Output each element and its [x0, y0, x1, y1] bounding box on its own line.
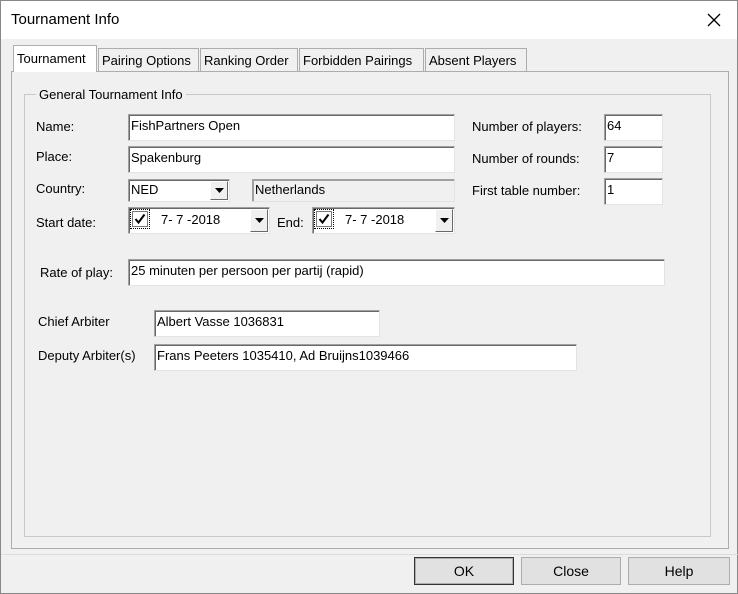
country-name: Netherlands — [255, 182, 326, 197]
chevron-down-icon[interactable] — [435, 209, 453, 232]
tab-pairing-options[interactable]: Pairing Options — [98, 48, 199, 71]
rounds-label: Number of rounds: — [472, 151, 580, 166]
end-date-label: End: — [277, 215, 304, 230]
first-table-value: 1 — [607, 182, 615, 197]
ok-label: OK — [453, 563, 475, 579]
country-select[interactable]: NED — [128, 179, 230, 202]
start-date-value: 7- 7 -2018 — [161, 212, 221, 227]
first-table-label: First table number: — [472, 183, 581, 198]
start-date-picker[interactable]: 7- 7 -2018 — [128, 207, 270, 234]
close-button[interactable]: Close — [521, 557, 621, 585]
checkmark-icon — [134, 213, 146, 225]
name-label: Name: — [36, 119, 75, 134]
country-code: NED — [131, 182, 159, 197]
start-date-label: Start date: — [36, 215, 96, 230]
group-legend: General Tournament Info — [36, 87, 186, 102]
tab-label: Ranking Order — [204, 53, 289, 68]
tab-tournament[interactable]: Tournament — [13, 45, 97, 72]
players-label: Number of players: — [472, 119, 582, 134]
rounds-value: 7 — [607, 150, 615, 165]
tab-absent-players[interactable]: Absent Players — [425, 48, 527, 71]
name-value: FishPartners Open — [131, 118, 241, 133]
help-button[interactable]: Help — [628, 557, 730, 585]
players-value: 64 — [607, 118, 622, 133]
tab-label: Pairing Options — [102, 53, 191, 68]
rate-of-play-label: Rate of play: — [40, 265, 113, 280]
tab-forbidden-pairings[interactable]: Forbidden Pairings — [299, 48, 424, 71]
tab-label: Tournament — [17, 51, 86, 66]
tournament-info-dialog: Tournament Info Tournament Pairing Optio… — [0, 0, 738, 594]
players-input[interactable]: 64 — [604, 114, 663, 141]
rate-of-play-value: 25 minuten per persoon per partij (rapid… — [131, 263, 364, 278]
tab-ranking-order[interactable]: Ranking Order — [200, 48, 298, 71]
tab-label: Absent Players — [429, 53, 517, 68]
window-title: Tournament Info — [11, 11, 120, 28]
first-table-input[interactable]: 1 — [604, 178, 663, 205]
rate-of-play-input[interactable]: 25 minuten per persoon per partij (rapid… — [128, 259, 665, 286]
close-label: Close — [553, 563, 589, 579]
ok-button[interactable]: OK — [414, 557, 514, 585]
chevron-down-icon[interactable] — [210, 181, 228, 200]
rounds-input[interactable]: 7 — [604, 146, 663, 173]
chevron-down-icon[interactable] — [250, 209, 268, 232]
end-date-checkbox[interactable] — [314, 209, 334, 229]
end-date-picker[interactable]: 7- 7 -2018 — [312, 207, 455, 234]
help-label: Help — [664, 563, 694, 579]
close-icon[interactable] — [699, 5, 729, 35]
tab-label: Forbidden Pairings — [303, 53, 413, 68]
end-date-value: 7- 7 -2018 — [345, 212, 405, 227]
place-label: Place: — [36, 149, 73, 164]
chief-arbiter-label: Chief Arbiter — [38, 314, 110, 329]
deputy-arbiter-value: Frans Peeters 1035410, Ad Bruijns1039466 — [157, 348, 410, 363]
deputy-arbiter-label: Deputy Arbiter(s) — [38, 348, 136, 363]
chief-arbiter-input[interactable]: Albert Vasse 1036831 — [154, 310, 380, 337]
title-bar: Tournament Info — [1, 1, 737, 39]
deputy-arbiter-input[interactable]: Frans Peeters 1035410, Ad Bruijns1039466 — [154, 344, 577, 371]
chief-arbiter-value: Albert Vasse 1036831 — [157, 314, 284, 329]
country-name-field: Netherlands — [252, 179, 455, 202]
start-date-checkbox[interactable] — [130, 209, 150, 229]
place-value: Spakenburg — [131, 150, 202, 165]
name-input[interactable]: FishPartners Open — [128, 114, 455, 141]
checkmark-icon — [318, 213, 330, 225]
place-input[interactable]: Spakenburg — [128, 146, 455, 173]
button-bar-separator — [1, 554, 738, 555]
country-label: Country: — [36, 181, 86, 196]
